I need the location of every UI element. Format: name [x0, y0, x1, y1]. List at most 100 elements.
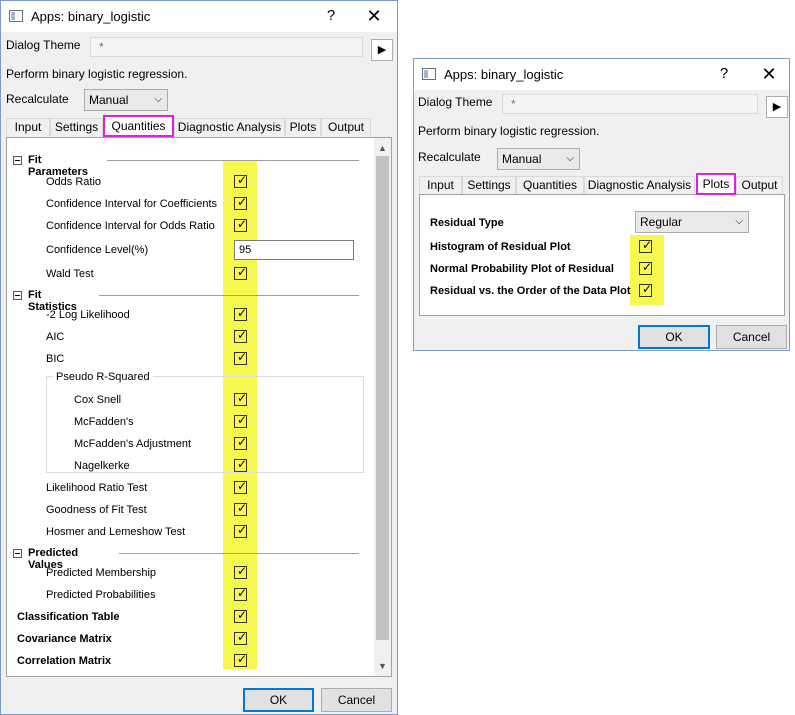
- app-window-icon: [9, 10, 23, 22]
- nagelkerke-label: Nagelkerke: [74, 460, 130, 472]
- chevron-down-icon: ⌵: [154, 94, 162, 105]
- cox-snell-checkbox[interactable]: ✓: [234, 391, 248, 406]
- ci-odds-ratio-checkbox[interactable]: ✓: [234, 217, 248, 232]
- tab-input[interactable]: Input: [419, 176, 462, 194]
- dialog-theme-field[interactable]: *: [502, 94, 758, 114]
- vertical-scrollbar[interactable]: ▲ ▼: [374, 138, 391, 676]
- collapse-icon[interactable]: [13, 549, 22, 558]
- odds-ratio-checkbox[interactable]: ✓: [234, 173, 248, 188]
- recalculate-value: Manual: [89, 93, 129, 107]
- predicted-membership-label: Predicted Membership: [46, 567, 157, 579]
- description-text: Perform binary logistic regression.: [6, 67, 188, 81]
- mcfadden-adjustment-label: McFadden's Adjustment: [74, 438, 192, 450]
- tab-quantities[interactable]: Quantities: [103, 115, 174, 137]
- recalculate-select[interactable]: Manual ⌵: [84, 89, 168, 111]
- nagelkerke-checkbox[interactable]: ✓: [234, 458, 247, 472]
- check-icon: ✓: [237, 217, 248, 231]
- residual-type-label: Residual Type: [430, 217, 504, 229]
- recalculate-value: Manual: [502, 152, 542, 166]
- mcfadden-checkbox[interactable]: ✓: [234, 414, 247, 428]
- mcfadden-adjustment-checkbox[interactable]: ✓: [234, 435, 248, 450]
- tab-plots[interactable]: Plots: [285, 118, 321, 136]
- check-icon: ✓: [237, 479, 248, 493]
- classification-table-checkbox[interactable]: ✓: [234, 609, 247, 623]
- check-icon: ✓: [237, 173, 248, 187]
- residual-order-checkbox[interactable]: ✓: [639, 283, 652, 297]
- ci-coefficients-checkbox[interactable]: ✓: [234, 196, 247, 210]
- check-icon: ✓: [237, 435, 248, 449]
- histogram-residual-label: Histogram of Residual Plot: [430, 241, 571, 253]
- divider: [107, 160, 359, 161]
- likelihood-ratio-test-checkbox[interactable]: ✓: [234, 479, 248, 494]
- help-button[interactable]: ?: [319, 5, 343, 27]
- collapse-icon[interactable]: [13, 291, 22, 300]
- bic-checkbox[interactable]: ✓: [234, 350, 248, 365]
- aic-label: AIC: [46, 331, 65, 343]
- predicted-probabilities-label: Predicted Probabilities: [46, 589, 156, 601]
- title-bar: Apps: binary_logistic ? ✕: [414, 59, 789, 90]
- cancel-button[interactable]: Cancel: [716, 325, 787, 349]
- bic-label: BIC: [46, 353, 65, 365]
- normal-probability-checkbox[interactable]: ✓: [639, 260, 653, 275]
- aic-checkbox[interactable]: ✓: [234, 328, 248, 343]
- log-likelihood-label: -2 Log Likelihood: [46, 309, 130, 321]
- tab-settings[interactable]: Settings: [50, 118, 103, 136]
- cox-snell-label: Cox Snell: [74, 394, 122, 406]
- tab-output[interactable]: Output: [736, 176, 783, 194]
- check-icon: ✓: [642, 238, 653, 252]
- dialog-theme-label: Dialog Theme: [418, 95, 493, 109]
- check-icon: ✓: [237, 391, 248, 405]
- divider: [99, 295, 359, 296]
- check-icon: ✓: [237, 328, 248, 342]
- covariance-matrix-label: Covariance Matrix: [17, 633, 112, 645]
- confidence-level-input[interactable]: 95: [234, 240, 354, 260]
- likelihood-ratio-test-label: Likelihood Ratio Test: [46, 482, 148, 494]
- theme-menu-arrow-button[interactable]: ▶: [371, 39, 393, 61]
- help-button[interactable]: ?: [712, 63, 736, 85]
- hosmer-lemeshow-checkbox[interactable]: ✓: [234, 524, 247, 538]
- cancel-button[interactable]: Cancel: [321, 688, 392, 712]
- check-icon: ✓: [642, 260, 653, 274]
- close-button[interactable]: ✕: [756, 63, 782, 85]
- binary-logistic-dialog-plots: Apps: binary_logistic ? ✕ Dialog Theme *…: [413, 58, 790, 351]
- goodness-of-fit-checkbox[interactable]: ✓: [234, 502, 247, 516]
- check-icon: ✓: [237, 265, 248, 279]
- close-button[interactable]: ✕: [361, 5, 387, 27]
- wald-test-checkbox[interactable]: ✓: [234, 265, 248, 280]
- check-icon: ✓: [237, 564, 248, 578]
- description-text: Perform binary logistic regression.: [418, 124, 600, 138]
- scroll-down-icon[interactable]: ▼: [374, 658, 391, 674]
- title-bar: Apps: binary_logistic ? ✕: [1, 1, 397, 32]
- classification-table-label: Classification Table: [17, 611, 120, 623]
- scrollbar-thumb[interactable]: [376, 156, 389, 640]
- theme-menu-arrow-button[interactable]: ▶: [766, 96, 788, 118]
- recalculate-select[interactable]: Manual ⌵: [497, 148, 580, 170]
- correlation-matrix-checkbox[interactable]: ✓: [234, 653, 247, 667]
- ok-button[interactable]: OK: [638, 325, 710, 349]
- collapse-icon[interactable]: [13, 156, 22, 165]
- check-icon: ✓: [237, 306, 248, 320]
- dialog-theme-field[interactable]: *: [90, 37, 363, 57]
- check-icon: ✓: [237, 350, 248, 364]
- pseudo-r-squared-label: Pseudo R-Squared: [53, 367, 153, 387]
- residual-type-select[interactable]: Regular ⌵: [635, 211, 749, 233]
- tab-diagnostic-analysis[interactable]: Diagnostic Analysis: [584, 176, 695, 194]
- tab-plots[interactable]: Plots: [696, 173, 736, 195]
- recalculate-label: Recalculate: [6, 92, 69, 106]
- covariance-matrix-checkbox[interactable]: ✓: [234, 631, 247, 645]
- log-likelihood-checkbox[interactable]: ✓: [234, 306, 248, 321]
- tab-diagnostic-analysis[interactable]: Diagnostic Analysis: [174, 118, 285, 136]
- predicted-membership-checkbox[interactable]: ✓: [234, 564, 248, 579]
- scroll-up-icon[interactable]: ▲: [374, 140, 391, 156]
- tab-quantities[interactable]: Quantities: [516, 176, 584, 194]
- tab-input[interactable]: Input: [6, 118, 50, 136]
- tab-settings[interactable]: Settings: [462, 176, 516, 194]
- predicted-probabilities-checkbox[interactable]: ✓: [234, 587, 247, 601]
- recalculate-label: Recalculate: [418, 150, 481, 164]
- chevron-down-icon: ⌵: [735, 216, 743, 227]
- tab-output[interactable]: Output: [321, 118, 371, 136]
- histogram-residual-checkbox[interactable]: ✓: [639, 238, 653, 253]
- correlation-matrix-label: Correlation Matrix: [17, 655, 112, 667]
- ok-button[interactable]: OK: [243, 688, 314, 712]
- chevron-down-icon: ⌵: [566, 153, 574, 164]
